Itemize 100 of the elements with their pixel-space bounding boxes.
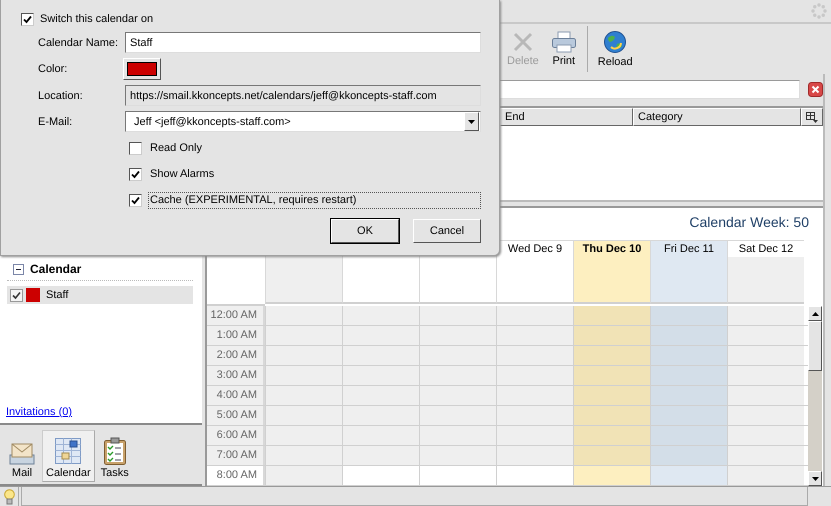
time-slot[interactable] (573, 326, 650, 345)
time-slot[interactable] (419, 366, 496, 385)
nav-button[interactable]: Tasks (96, 430, 133, 482)
time-slot[interactable] (573, 406, 650, 425)
time-slot[interactable] (650, 346, 727, 365)
time-slot[interactable] (650, 386, 727, 405)
time-slot[interactable] (650, 406, 727, 425)
time-slot[interactable] (496, 426, 573, 445)
time-slot[interactable] (573, 426, 650, 445)
time-slot[interactable] (419, 326, 496, 345)
calendar-icon (54, 437, 82, 465)
column-chooser[interactable] (801, 108, 823, 126)
time-slot[interactable] (650, 426, 727, 445)
time-slot[interactable] (727, 446, 804, 465)
checkbox[interactable] (129, 142, 142, 155)
time-slot[interactable] (342, 426, 419, 445)
time-slot[interactable] (496, 366, 573, 385)
time-slot[interactable] (419, 346, 496, 365)
hour-label: 12:00 AM (207, 306, 265, 325)
time-slot[interactable] (573, 386, 650, 405)
checkbox[interactable] (129, 194, 142, 207)
checkbox-label: Switch this calendar on (40, 13, 154, 25)
time-slot[interactable] (650, 326, 727, 345)
reload-button[interactable]: Reload (594, 28, 637, 70)
day-header[interactable]: Fri Dec 11 (650, 240, 727, 257)
time-slot[interactable] (265, 306, 342, 325)
checkbox[interactable] (21, 12, 34, 26)
down-arrow-icon (812, 476, 818, 480)
time-slot[interactable] (265, 366, 342, 385)
time-slot[interactable] (650, 466, 727, 485)
clear-icon[interactable] (808, 82, 823, 97)
time-slot[interactable] (265, 426, 342, 445)
cross-icon (512, 31, 534, 53)
time-slot[interactable] (496, 306, 573, 325)
globe-icon (603, 30, 628, 54)
time-slot[interactable] (573, 306, 650, 325)
nav-button[interactable]: Mail (4, 430, 40, 482)
time-slot[interactable] (496, 346, 573, 365)
checkbox-label: Show Alarms (149, 167, 216, 182)
time-slot[interactable] (573, 446, 650, 465)
hour-label: 1:00 AM (207, 326, 265, 345)
day-header[interactable]: Wed Dec 9 (496, 240, 573, 257)
time-slot[interactable] (573, 346, 650, 365)
time-slot[interactable] (342, 446, 419, 465)
time-slot[interactable] (419, 426, 496, 445)
checkbox-label: Cache (EXPERIMENTAL, requires restart) (148, 192, 481, 209)
time-slot[interactable] (342, 386, 419, 405)
calendar-item[interactable]: Staff (7, 286, 193, 304)
time-slot[interactable] (265, 466, 342, 485)
time-slot[interactable] (419, 446, 496, 465)
time-slot[interactable] (342, 366, 419, 385)
time-slot[interactable] (265, 386, 342, 405)
checkbox-label: Read Only (149, 141, 203, 156)
time-slot[interactable] (650, 366, 727, 385)
envelope-icon (8, 441, 36, 465)
invitations-link[interactable]: Invitations (0) (6, 406, 193, 420)
column-header[interactable]: End (500, 108, 633, 126)
time-slot[interactable] (496, 326, 573, 345)
time-slot[interactable] (650, 446, 727, 465)
checkbox[interactable] (10, 288, 23, 302)
nav-button[interactable]: Calendar (42, 430, 95, 482)
collapse-icon[interactable] (13, 264, 24, 274)
name-field[interactable]: Staff (125, 32, 481, 53)
time-slot[interactable] (727, 426, 804, 445)
scrollbar[interactable] (808, 306, 822, 486)
cancel-button[interactable]: Cancel (413, 219, 481, 243)
print-button[interactable]: Print (546, 29, 581, 69)
checkbox[interactable] (129, 168, 142, 181)
time-slot[interactable] (342, 306, 419, 325)
time-slot[interactable] (496, 446, 573, 465)
hour-label: 7:00 AM (207, 446, 265, 465)
ok-button[interactable]: OK (331, 219, 399, 243)
color-button[interactable] (123, 58, 161, 80)
scroll-thumb[interactable] (808, 321, 822, 371)
time-slot[interactable] (342, 406, 419, 425)
email-dropdown[interactable]: Jeff <jeff@kkoncepts-staff.com> (125, 111, 481, 132)
time-slot[interactable] (650, 306, 727, 325)
time-slot[interactable] (496, 386, 573, 405)
day-header[interactable]: Thu Dec 10 (573, 240, 650, 257)
time-slot[interactable] (265, 406, 342, 425)
time-slot[interactable] (342, 326, 419, 345)
time-slot[interactable] (496, 406, 573, 425)
time-slot[interactable] (419, 386, 496, 405)
time-slot[interactable] (419, 306, 496, 325)
hour-label: 6:00 AM (207, 426, 265, 445)
time-slot[interactable] (265, 446, 342, 465)
location-field[interactable]: https://smail.kkoncepts.net/calendars/jeff@kkoncepts-staff.com (125, 85, 481, 106)
lightbulb-icon (4, 488, 14, 504)
time-slot[interactable] (265, 326, 342, 345)
hour-label: 4:00 AM (207, 386, 265, 405)
column-header[interactable]: Category (633, 108, 801, 126)
time-slot[interactable] (419, 406, 496, 425)
table-icon (806, 112, 818, 122)
time-slot[interactable] (727, 466, 804, 485)
time-slot[interactable] (573, 366, 650, 385)
time-slot[interactable] (573, 466, 650, 485)
day-header[interactable]: Sat Dec 12 (727, 240, 804, 257)
time-slot[interactable] (342, 346, 419, 365)
time-slot[interactable] (265, 346, 342, 365)
clipboard-icon (102, 437, 127, 465)
